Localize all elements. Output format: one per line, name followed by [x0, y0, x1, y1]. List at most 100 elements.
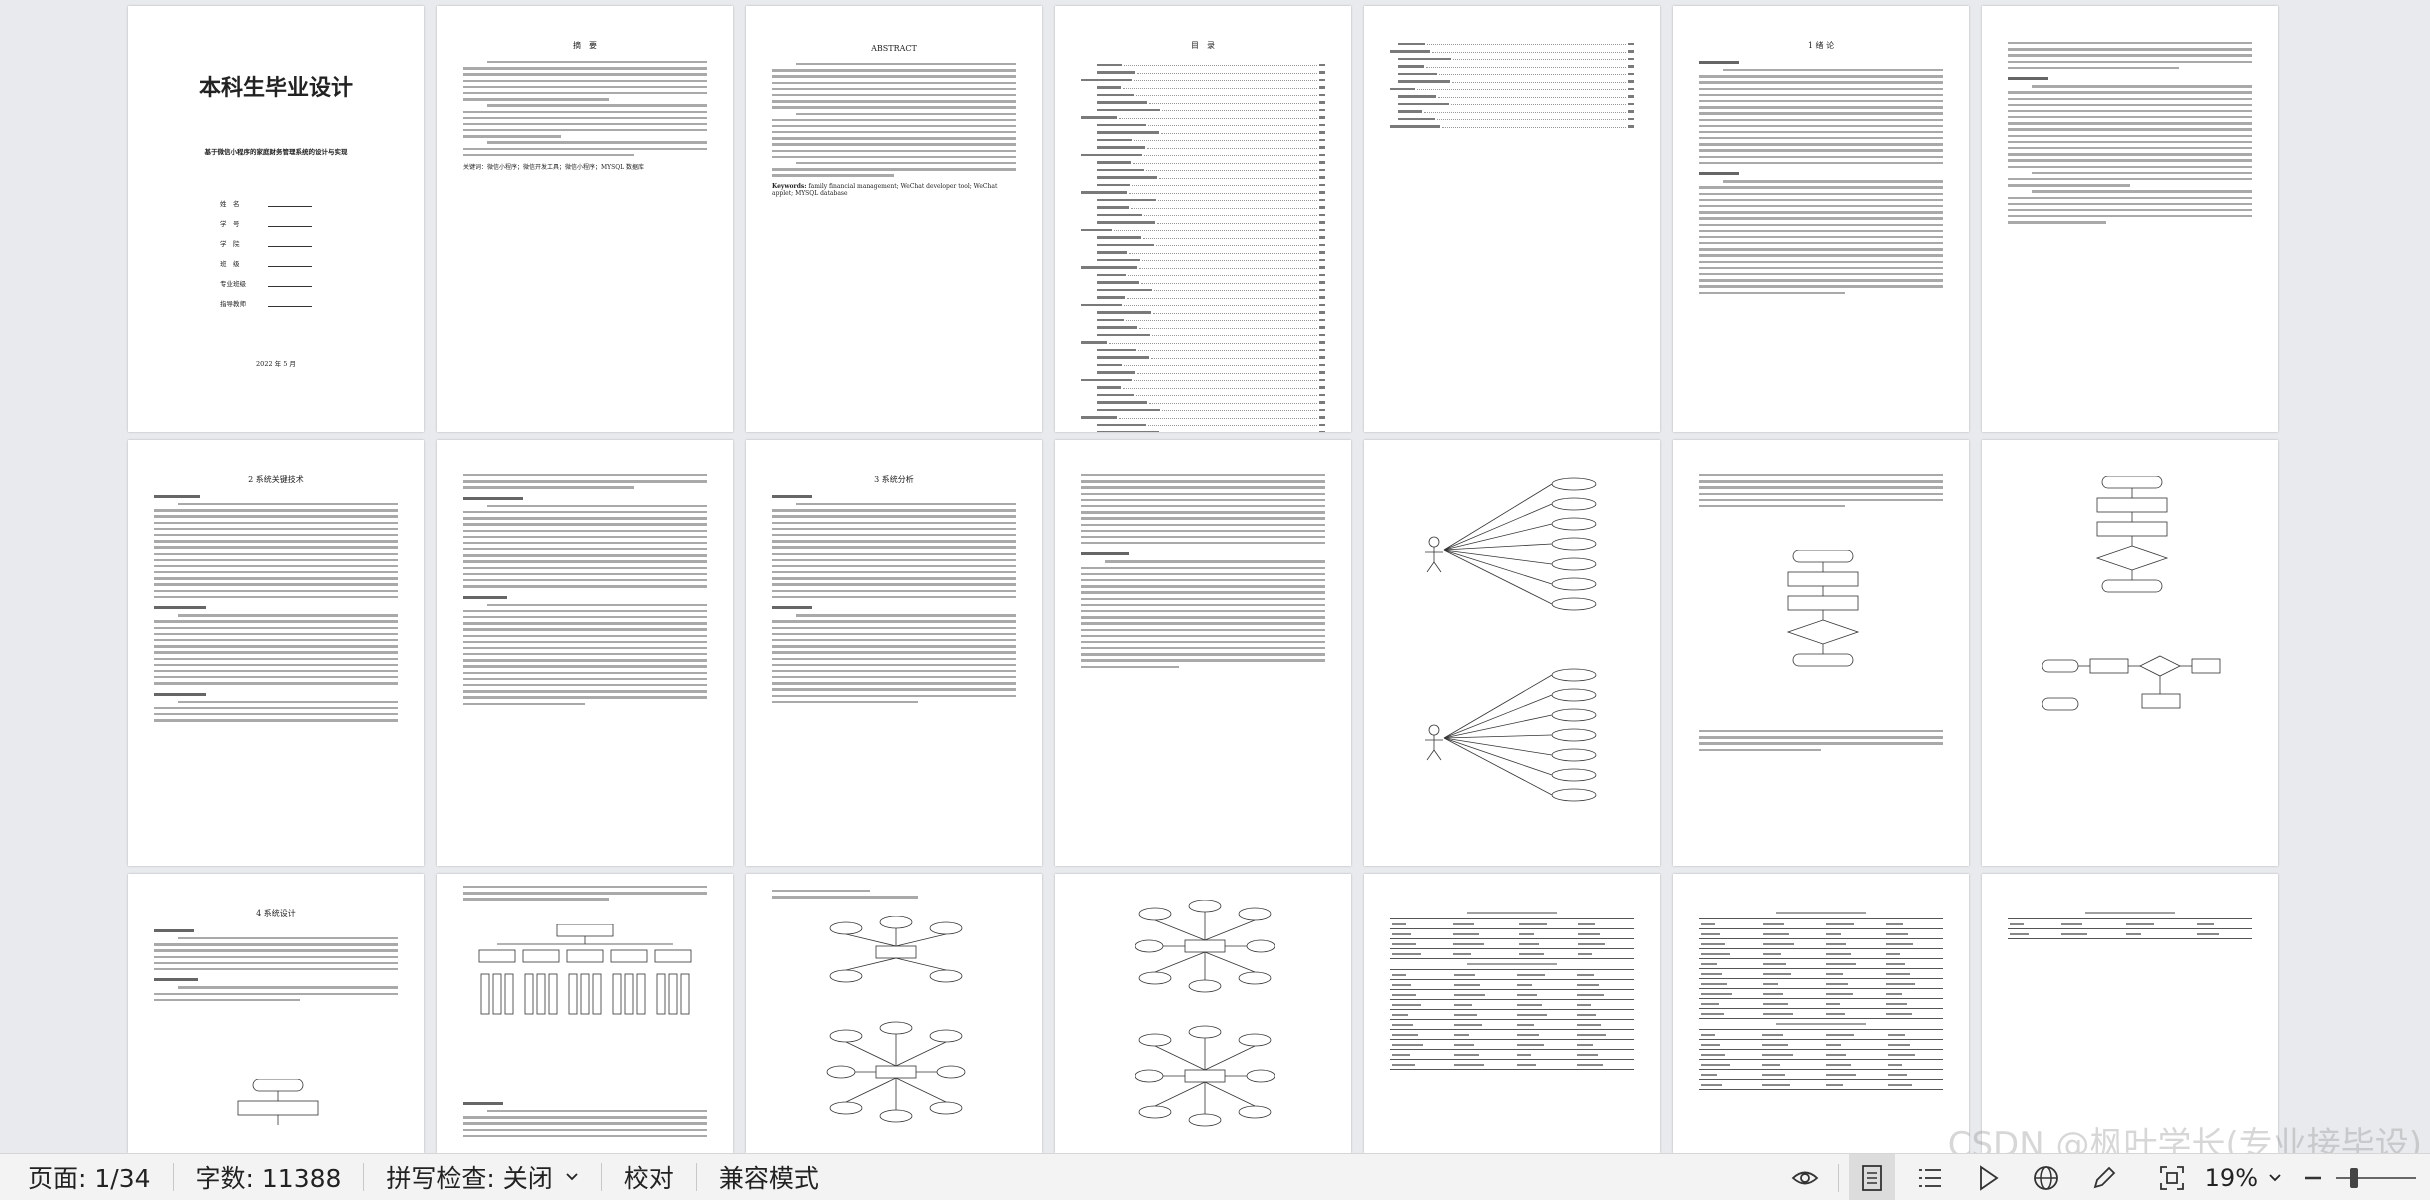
- table-cell: [1390, 1019, 1453, 1031]
- toc-line: [1390, 48, 1634, 53]
- table-row: [1699, 1079, 1943, 1091]
- toc-line: [1081, 129, 1325, 134]
- table-cell: [1823, 988, 1885, 1000]
- proofread-button[interactable]: 校对: [602, 1154, 696, 1200]
- page-structure[interactable]: [437, 874, 733, 1153]
- flowchart: [2095, 476, 2169, 593]
- table-cell: [1699, 1079, 1760, 1091]
- table-cell: [1390, 989, 1453, 1001]
- toc-line: [1081, 309, 1325, 314]
- table-cell: [1823, 1039, 1887, 1051]
- zoom-out-icon[interactable]: [2290, 1154, 2336, 1200]
- table-row: [1699, 1069, 1943, 1081]
- page-ch2[interactable]: 2 系统关键技术: [128, 440, 424, 866]
- play-icon[interactable]: [1965, 1154, 2011, 1200]
- zoom-slider-thumb[interactable]: [2350, 1168, 2358, 1188]
- toc-line: [1081, 234, 1325, 239]
- toc-line: [1081, 159, 1325, 164]
- table-cell: [1516, 928, 1577, 940]
- toc-line: [1081, 354, 1325, 359]
- toc-line: [1081, 384, 1325, 389]
- page-ch3-flow[interactable]: [1673, 440, 1969, 866]
- page-ch3-flow-2[interactable]: [1982, 440, 2278, 866]
- table-row: [1699, 968, 1943, 980]
- pen-icon[interactable]: [2081, 1154, 2127, 1200]
- page-usecase[interactable]: [1364, 440, 1660, 866]
- toc-line: [1081, 61, 1325, 66]
- toc-line: [1081, 286, 1325, 291]
- er-diagram: [1135, 900, 1275, 1127]
- table-cell: [1759, 1059, 1824, 1071]
- fit-page-icon[interactable]: [2149, 1154, 2195, 1200]
- table-cell: [2008, 918, 2059, 930]
- chevron-down-icon: [566, 1173, 578, 1181]
- page-tables-2[interactable]: [1673, 874, 1969, 1153]
- table-cell: [1516, 918, 1577, 930]
- table-row: [1390, 999, 1634, 1011]
- page-toc[interactable]: 目 录: [1055, 6, 1351, 432]
- table-cell: [1823, 1079, 1887, 1091]
- table-cell: [1761, 948, 1824, 960]
- chevron-down-icon[interactable]: [2268, 1173, 2282, 1183]
- page-ch3[interactable]: 3 系统分析: [746, 440, 1042, 866]
- table-cell: [1514, 1039, 1576, 1051]
- page-er-1[interactable]: [746, 874, 1042, 1153]
- toc-line: [1081, 331, 1325, 336]
- page-count[interactable]: 页面: 1/34: [0, 1154, 173, 1200]
- table-cell: [1452, 1019, 1515, 1031]
- table-cell: [1699, 1049, 1760, 1061]
- table-cell: [1699, 1039, 1760, 1051]
- page-tables-1[interactable]: [1364, 874, 1660, 1153]
- page-cover[interactable]: 本科生毕业设计 基于微信小程序的家庭财务管理系统的设计与实现 姓 名 学 号 学…: [128, 6, 424, 432]
- table: [1390, 969, 1634, 1071]
- table-cell: [1575, 979, 1634, 991]
- table-cell: [1761, 928, 1824, 940]
- table-cell: [1761, 988, 1824, 1000]
- outline-view-icon[interactable]: [1907, 1154, 1953, 1200]
- table-cell: [1452, 989, 1515, 1001]
- page-ch3-cont[interactable]: [1055, 440, 1351, 866]
- page-abstract-en[interactable]: ABSTRACT Keywords: family financial mana…: [746, 6, 1042, 432]
- page-ch1[interactable]: 1 绪 论: [1673, 6, 1969, 432]
- table-row: [1699, 918, 1943, 930]
- spellcheck-dropdown[interactable]: 拼写检查: 关闭: [364, 1154, 600, 1200]
- page-ch1-cont[interactable]: [1982, 6, 2278, 432]
- cover-field: 班 级: [220, 260, 240, 268]
- table-cell: [1451, 928, 1517, 940]
- page-toc-2[interactable]: [1364, 6, 1660, 432]
- table-cell: [1576, 928, 1634, 940]
- table-row: [1390, 1049, 1634, 1061]
- page-view-icon[interactable]: [1848, 1154, 1895, 1200]
- toc-line: [1081, 241, 1325, 246]
- toc-line: [1081, 151, 1325, 156]
- toc-line: [1081, 346, 1325, 351]
- table-cell: [1823, 958, 1885, 970]
- table-cell: [1575, 1049, 1634, 1061]
- toc-line: [1081, 361, 1325, 366]
- table-cell: [1823, 1049, 1887, 1061]
- document-canvas[interactable]: 本科生毕业设计 基于微信小程序的家庭财务管理系统的设计与实现 姓 名 学 号 学…: [0, 0, 2430, 1153]
- zoom-slider[interactable]: [2336, 1154, 2416, 1200]
- table-cell: [1514, 999, 1576, 1011]
- toc-line: [1081, 174, 1325, 179]
- toc-line: [1081, 91, 1325, 96]
- toc-line: [1081, 99, 1325, 104]
- cover-info: 姓 名 学 号 学 院 班 级 专业班级 指导教师: [220, 198, 424, 308]
- page-er-2[interactable]: [1055, 874, 1351, 1153]
- table-cell: [1576, 948, 1634, 960]
- word-count[interactable]: 字数: 11388: [174, 1154, 364, 1200]
- table-row: [1390, 1059, 1634, 1071]
- page-ch4[interactable]: 4 系统设计: [128, 874, 424, 1153]
- toc-line: [1081, 189, 1325, 194]
- zoom-level[interactable]: 19%: [2205, 1164, 2258, 1192]
- page-tables-3[interactable]: [1982, 874, 2278, 1153]
- table-cell: [1823, 1008, 1885, 1020]
- table-row: [1699, 958, 1943, 970]
- page-abstract-cn[interactable]: 摘 要 关键词：微信小程序；微信开发工具；微信小程序；MYSQL 数据库: [437, 6, 733, 432]
- eye-icon[interactable]: [1782, 1154, 1828, 1200]
- table-cell: [2194, 928, 2252, 940]
- table-cell: [1575, 1039, 1634, 1051]
- page-ch2-cont[interactable]: [437, 440, 733, 866]
- globe-icon[interactable]: [2023, 1154, 2069, 1200]
- table-cell: [1390, 969, 1453, 981]
